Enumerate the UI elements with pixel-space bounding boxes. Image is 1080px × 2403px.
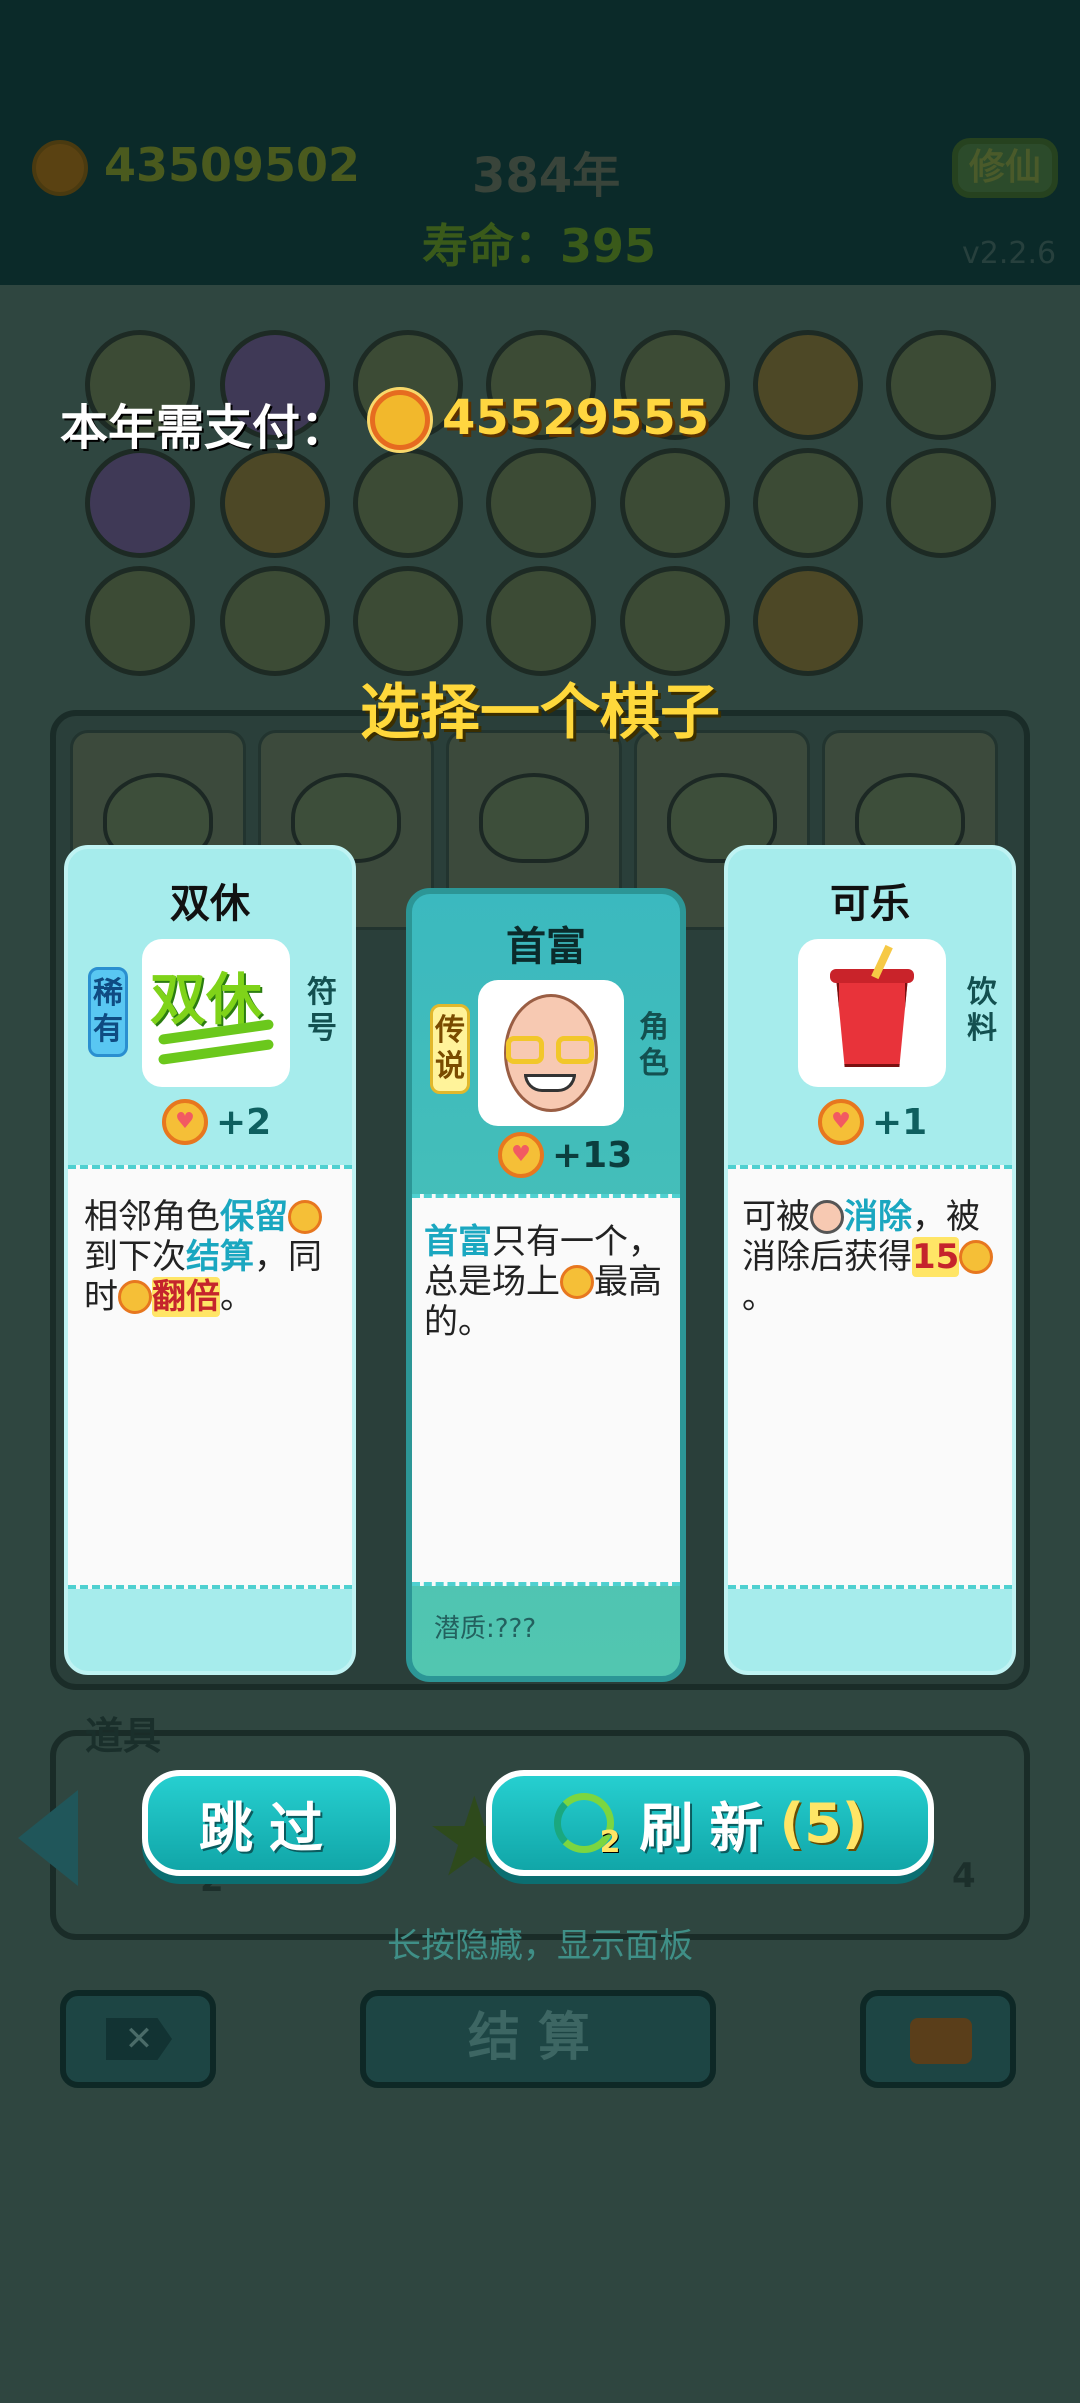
desc-text: 到下次: [84, 1237, 186, 1277]
piece[interactable]: [220, 448, 330, 558]
arrow-left-icon[interactable]: [18, 1790, 78, 1886]
piece[interactable]: [353, 448, 463, 558]
card-image: 双休: [142, 939, 290, 1087]
coin-icon: [162, 1099, 208, 1145]
briefcase-icon: [910, 2018, 972, 2064]
card-image: [478, 980, 624, 1126]
rarity-badge: 稀有: [88, 967, 128, 1057]
payment-value: 45529555: [442, 390, 710, 446]
choice-card-shoufu[interactable]: 首富 传说 角色 +13 首富只有一个，总是场上最高的。 潜质:???: [406, 888, 686, 1682]
select-title: 选择一个棋子: [360, 678, 720, 748]
category-label: 角色: [639, 1010, 669, 1081]
glasses-icon: [556, 1036, 594, 1064]
refresh-badge: 2: [599, 1825, 621, 1860]
gain: +2: [162, 1099, 271, 1145]
coin-icon: [370, 390, 430, 450]
skip-button[interactable]: 跳过: [142, 1770, 396, 1876]
person-icon: [810, 1200, 844, 1234]
gain-value: +13: [552, 1134, 633, 1176]
glasses-icon: [506, 1036, 544, 1064]
year-label: 384年: [472, 148, 621, 204]
piece[interactable]: [886, 330, 996, 440]
refresh-count: (5): [779, 1791, 867, 1855]
refresh-button[interactable]: 2 刷新 (5): [486, 1770, 934, 1876]
gain-value: +1: [872, 1101, 928, 1143]
piece[interactable]: [85, 448, 195, 558]
cola-cup-icon: [836, 977, 908, 1067]
piece[interactable]: [220, 566, 330, 676]
card-description: 可被 消除，被消除后获得15。: [742, 1197, 1006, 1317]
piece[interactable]: [620, 566, 730, 676]
gain: +1: [818, 1099, 927, 1145]
refresh-icon: 2: [553, 1793, 621, 1860]
piece-grid: [80, 320, 1020, 700]
potential-label: 潜质:???: [434, 1614, 537, 1644]
payment-label: 本年需支付：: [60, 400, 349, 456]
desc-text: 可被: [742, 1197, 810, 1237]
piece[interactable]: [85, 566, 195, 676]
piece[interactable]: [886, 448, 996, 558]
card-title: 可乐: [830, 881, 910, 927]
gain-value: +2: [216, 1101, 272, 1143]
desc-keyword: 翻倍: [152, 1277, 220, 1317]
stripe-icon: [157, 1038, 275, 1066]
piece[interactable]: [753, 448, 863, 558]
skip-button-label: 跳过: [199, 1796, 339, 1860]
desc-keyword: 消除: [844, 1197, 912, 1237]
piece[interactable]: [620, 448, 730, 558]
lifespan-label: 寿命：395: [422, 219, 657, 273]
choice-card-shuangxiu[interactable]: 双休 稀有 双休 符号 +2 相邻角色保留到下次结算，同时翻倍。: [64, 845, 356, 1675]
coin-count: 43509502: [104, 138, 361, 192]
desc-keyword: 15: [912, 1237, 960, 1277]
desc-keyword: 结算: [186, 1237, 254, 1277]
tools-label: 道具: [85, 1714, 162, 1758]
cultivate-button[interactable]: 修仙: [952, 138, 1058, 198]
tool-count: 4: [952, 1856, 976, 1896]
rarity-badge: 传说: [430, 1004, 470, 1094]
piece[interactable]: [353, 566, 463, 676]
card-title: 首富: [506, 924, 586, 970]
bag-button[interactable]: [860, 1990, 1016, 2088]
coin-icon: [560, 1265, 594, 1299]
card-description: 相邻角色保留到下次结算，同时 翻倍。: [84, 1197, 344, 1317]
coin-icon: [959, 1240, 994, 1274]
desc-keyword: 首富: [424, 1222, 492, 1262]
card-description: 首富只有一个，总是场上 最高的。: [424, 1222, 676, 1342]
card-title: 双休: [170, 881, 250, 927]
coin-icon: [32, 140, 88, 196]
piece[interactable]: [486, 448, 596, 558]
piece[interactable]: [753, 330, 863, 440]
version-label: v2.2.6: [962, 236, 1057, 271]
close-icon: ✕: [106, 2018, 172, 2060]
piece[interactable]: [486, 566, 596, 676]
choice-card-cola[interactable]: 可乐 饮料 +1 可被消除，被消除后获得15。: [724, 845, 1016, 1675]
category-label: 符号: [307, 975, 337, 1046]
desc-text: 。: [742, 1277, 776, 1317]
coin-icon: [118, 1280, 152, 1314]
gain: +13: [498, 1132, 632, 1178]
settle-button[interactable]: 结算: [360, 1990, 716, 2088]
coin-icon: [288, 1200, 322, 1234]
card-image: [798, 939, 946, 1087]
character-face: [479, 773, 589, 863]
refresh-button-label: 刷新: [639, 1796, 780, 1860]
piece[interactable]: [753, 566, 863, 676]
close-button[interactable]: ✕: [60, 1990, 216, 2088]
desc-text: 相邻角色: [84, 1197, 220, 1237]
category-label: 饮料: [967, 975, 997, 1046]
coin-icon: [498, 1132, 544, 1178]
coin-icon: [818, 1099, 864, 1145]
desc-text: 。: [220, 1277, 254, 1317]
hint-text: 长按隐藏，显示面板: [387, 1926, 693, 1966]
desc-keyword: 保留: [220, 1197, 288, 1237]
